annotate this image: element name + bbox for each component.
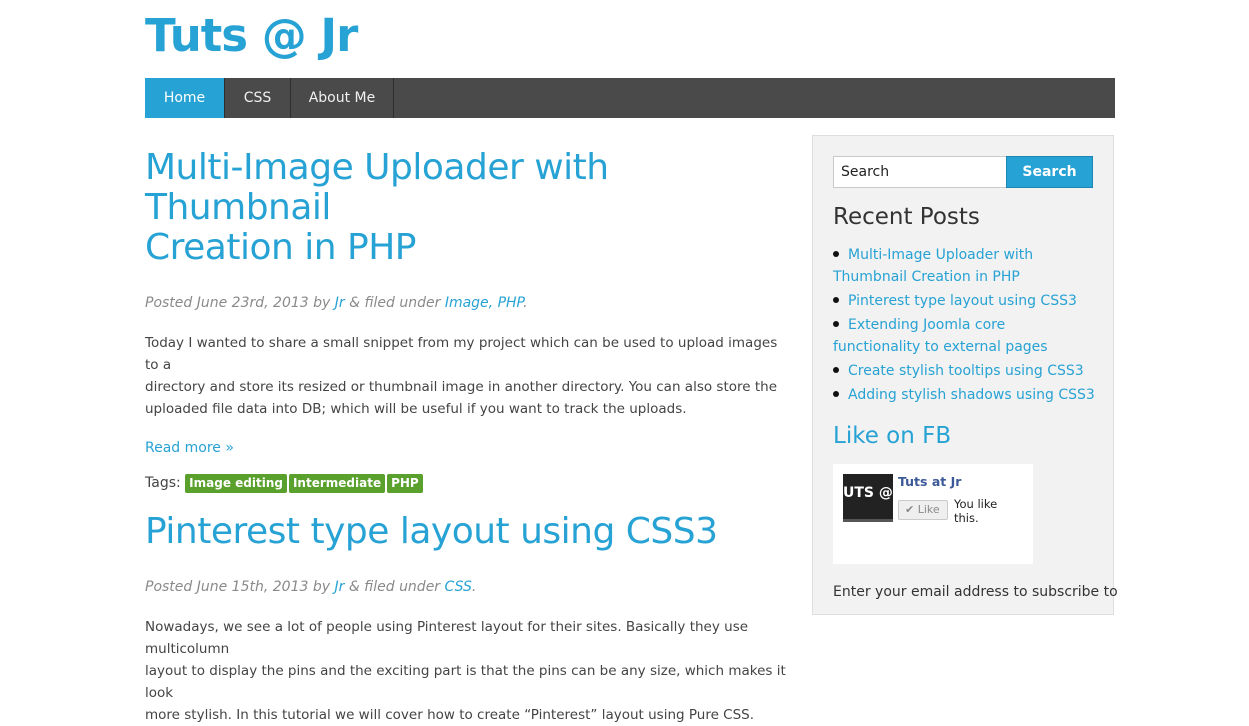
post-2-category-css[interactable]: CSS xyxy=(445,579,472,595)
post-1-excerpt-line2: directory and store its resized or thumb… xyxy=(145,379,778,395)
post-2-title[interactable]: Pinterest type layout using CSS3 xyxy=(145,512,790,552)
nav-about-me[interactable]: About Me xyxy=(291,78,394,118)
post-2-posted: Posted June 15th, 2013 by xyxy=(145,579,331,595)
post-1-author-link[interactable]: Jr xyxy=(335,295,345,311)
recent-post-link-5[interactable]: Adding stylish shadows using CSS3 xyxy=(848,387,1095,403)
post-1-excerpt-line1: Today I wanted to share a small snippet … xyxy=(145,335,778,373)
fb-page-name[interactable]: Tuts at Jr xyxy=(898,474,961,489)
post-1-category-php[interactable]: PHP xyxy=(498,295,523,311)
tag-intermediate[interactable]: Intermediate xyxy=(288,474,386,493)
post-1-read-more[interactable]: Read more » xyxy=(145,440,234,456)
recent-posts-list: Multi-Image Uploader with Thumbnail Crea… xyxy=(833,244,1095,408)
list-item: Pinterest type layout using CSS3 xyxy=(833,290,1095,312)
facebook-like-box: UTS @ J Tuts at Jr ✔ Like You like this. xyxy=(833,464,1033,564)
tags-label: Tags: xyxy=(145,475,181,491)
search-button[interactable]: Search xyxy=(1006,156,1093,188)
bullet-icon xyxy=(833,251,839,257)
post-2-excerpt-line3: more stylish. In this tutorial we will c… xyxy=(145,707,755,723)
recent-posts-heading: Recent Posts xyxy=(833,204,980,230)
nav-css[interactable]: CSS xyxy=(225,78,291,118)
post-1-filed: & filed under xyxy=(349,295,441,311)
post-1-title-line2[interactable]: Creation in PHP xyxy=(145,227,417,268)
like-on-fb-heading: Like on FB xyxy=(833,423,952,449)
fb-like-button[interactable]: ✔ Like xyxy=(898,500,948,520)
post-2-excerpt-line2: layout to display the pins and the excit… xyxy=(145,663,786,701)
post-1-posted: Posted June 23rd, 2013 by xyxy=(145,295,331,311)
nav-home[interactable]: Home xyxy=(145,78,225,118)
post-1-title-line1[interactable]: Multi-Image Uploader with Thumbnail xyxy=(145,147,609,228)
tag-image-editing[interactable]: Image editing xyxy=(185,474,287,493)
recent-post-link-1[interactable]: Multi-Image Uploader with Thumbnail Crea… xyxy=(833,247,1033,285)
post-1-excerpt: Today I wanted to share a small snippet … xyxy=(145,332,790,420)
post-2-author-link[interactable]: Jr xyxy=(334,579,344,595)
site-title[interactable]: Tuts @ Jr xyxy=(145,6,358,66)
post-2-filed: & filed under xyxy=(348,579,441,595)
list-item: Create stylish tooltips using CSS3 xyxy=(833,360,1095,382)
sidebar: Search Recent Posts Multi-Image Uploader… xyxy=(812,135,1118,615)
search-input[interactable] xyxy=(833,156,1007,188)
subscribe-text: Enter your email address to subscribe to xyxy=(833,584,1118,600)
list-item: Extending Joomla core functionality to e… xyxy=(833,314,1095,358)
recent-post-link-2[interactable]: Pinterest type layout using CSS3 xyxy=(848,293,1077,309)
post-2-excerpt-line1: Nowadays, we see a lot of people using P… xyxy=(145,619,749,657)
post-1-meta: Posted June 23rd, 2013 by Jr & filed und… xyxy=(145,295,528,311)
main-content: Multi-Image Uploader with Thumbnail Crea… xyxy=(145,148,790,726)
list-item: Multi-Image Uploader with Thumbnail Crea… xyxy=(833,244,1095,288)
bullet-icon xyxy=(833,367,839,373)
bullet-icon xyxy=(833,297,839,303)
recent-post-link-3[interactable]: Extending Joomla core functionality to e… xyxy=(833,317,1048,355)
page: Tuts @ Jr Home CSS About Me Multi-Image … xyxy=(0,0,1249,723)
post-2-meta: Posted June 15th, 2013 by Jr & filed und… xyxy=(145,579,477,595)
post-1-excerpt-line3: uploaded file data into DB; which will b… xyxy=(145,401,687,417)
post-1-tags: Tags: Image editing Intermediate PHP xyxy=(145,474,790,493)
recent-post-link-4[interactable]: Create stylish tooltips using CSS3 xyxy=(848,363,1084,379)
tag-php[interactable]: PHP xyxy=(387,474,423,493)
post-2-excerpt: Nowadays, we see a lot of people using P… xyxy=(145,616,790,726)
post-1-category-image[interactable]: Image xyxy=(445,295,489,311)
post-2: Pinterest type layout using CSS3 Posted … xyxy=(145,512,790,726)
fb-you-like-text: You like this. xyxy=(954,497,998,525)
fb-page-thumbnail[interactable]: UTS @ J xyxy=(843,474,893,522)
list-item: Adding stylish shadows using CSS3 xyxy=(833,384,1095,406)
bullet-icon xyxy=(833,321,839,327)
post-1-title[interactable]: Multi-Image Uploader with Thumbnail Crea… xyxy=(145,148,790,268)
post-1: Multi-Image Uploader with Thumbnail Crea… xyxy=(145,148,790,493)
main-nav: Home CSS About Me xyxy=(145,78,1115,118)
bullet-icon xyxy=(833,391,839,397)
